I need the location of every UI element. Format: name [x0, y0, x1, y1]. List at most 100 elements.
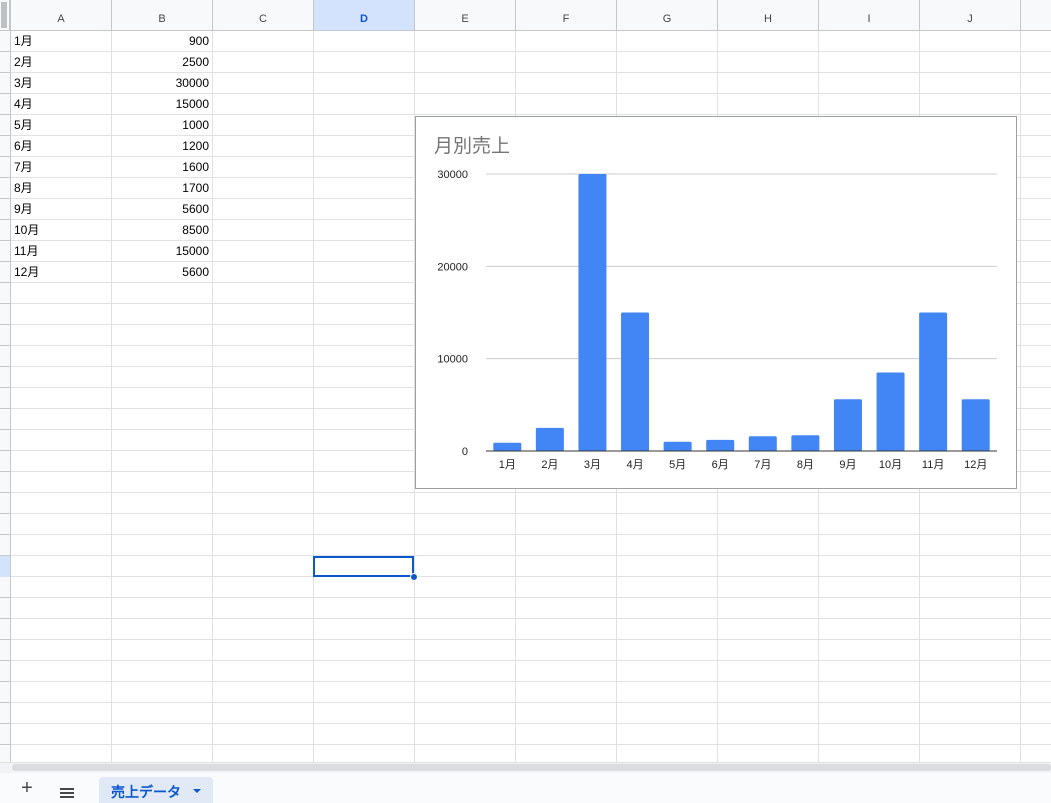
x-tick-label: 5月 [669, 459, 686, 471]
bar-11 [919, 312, 948, 451]
x-tick-label: 10月 [879, 459, 902, 471]
row-gridline [11, 534, 1051, 535]
row-header-tick [0, 282, 10, 283]
row-gridline [11, 639, 1051, 640]
cell-b12[interactable]: 5600 [112, 262, 209, 283]
row-header-tick [0, 618, 10, 619]
bar-12 [961, 399, 990, 451]
bar-2 [535, 427, 564, 451]
cell-b5[interactable]: 1000 [112, 115, 209, 136]
column-header-j[interactable]: J [920, 0, 1021, 31]
bar-1 [493, 442, 522, 451]
column-header-k[interactable] [1021, 0, 1051, 31]
row-header-tick [0, 198, 10, 199]
cell-b7[interactable]: 1600 [112, 157, 209, 178]
bar-3 [578, 174, 607, 451]
column-header-b[interactable]: B [112, 0, 213, 31]
selected-cell-d27[interactable] [313, 556, 414, 577]
select-all-corner[interactable] [0, 0, 10, 31]
row-header-selected[interactable] [0, 556, 10, 577]
cell-a6[interactable]: 6月 [14, 136, 33, 157]
column-header-g[interactable]: G [617, 0, 718, 31]
row-gridline [11, 492, 1051, 493]
row-gridline [11, 660, 1051, 661]
row-gridline [11, 681, 1051, 682]
row-header-tick [0, 324, 10, 325]
row-header-tick [0, 492, 10, 493]
cell-a8[interactable]: 8月 [14, 178, 33, 199]
cell-a10[interactable]: 10月 [14, 220, 39, 241]
tab-sales-data[interactable]: 売上データ [99, 777, 213, 803]
row-gridline [11, 576, 1051, 577]
row-gridline [11, 597, 1051, 598]
row-gridline [11, 744, 1051, 745]
row-header-tick [0, 702, 10, 703]
row-header-tick [0, 681, 10, 682]
row-header-tick [0, 639, 10, 640]
row-header-tick [0, 303, 10, 304]
row-header-tick [0, 261, 10, 262]
column-header-i[interactable]: I [819, 0, 920, 31]
column-headers: ABCDEFGHIJ [11, 0, 1051, 31]
column-header-h[interactable]: H [718, 0, 819, 31]
cell-b3[interactable]: 30000 [112, 73, 209, 94]
tab-label: 売上データ [111, 784, 181, 800]
cell-b11[interactable]: 15000 [112, 241, 209, 262]
row-header-tick [0, 177, 10, 178]
spreadsheet-grid[interactable]: ABCDEFGHIJ 1月 900 2月 2500 3月 30000 4月 15000 5月 10… [0, 0, 1051, 762]
cell-a7[interactable]: 7月 [14, 157, 33, 178]
caret-down-icon[interactable] [193, 789, 201, 793]
x-tick-label: 4月 [626, 459, 643, 471]
row-header-tick [0, 387, 10, 388]
cell-a2[interactable]: 2月 [14, 52, 33, 73]
cell-a5[interactable]: 5月 [14, 115, 33, 136]
row-gridline [11, 723, 1051, 724]
cell-b10[interactable]: 8500 [112, 220, 209, 241]
column-gridline [1020, 31, 1021, 762]
y-tick-label: 0 [462, 446, 468, 458]
fill-handle[interactable] [410, 573, 418, 581]
row-header-tick [0, 597, 10, 598]
cell-b2[interactable]: 2500 [112, 52, 209, 73]
column-header-a[interactable]: A [11, 0, 112, 31]
cell-b8[interactable]: 1700 [112, 178, 209, 199]
bar-8 [791, 435, 820, 451]
row-header-tick [0, 534, 10, 535]
row-header-tick [0, 744, 10, 745]
row-header-tick [0, 408, 10, 409]
horizontal-scrollbar-thumb[interactable] [12, 764, 1051, 771]
column-header-d[interactable]: D [314, 0, 415, 31]
row-gridline [11, 555, 1051, 556]
cell-b4[interactable]: 15000 [112, 94, 209, 115]
cell-a4[interactable]: 4月 [14, 94, 33, 115]
y-tick-label: 30000 [437, 169, 468, 181]
cell-a3[interactable]: 3月 [14, 73, 33, 94]
menu-icon[interactable] [60, 788, 74, 798]
monthly-sales-chart[interactable]: 月別売上 0 10000 20000 30000 1月 2月 3月 4月 5月 6月 7月 8月 9月 10… [415, 116, 1017, 489]
x-tick-label: 12月 [964, 459, 987, 471]
cell-b9[interactable]: 5600 [112, 199, 209, 220]
column-header-c[interactable]: C [213, 0, 314, 31]
column-header-f[interactable]: F [516, 0, 617, 31]
x-tick-label: 8月 [797, 459, 814, 471]
bar-6 [706, 439, 735, 451]
row-header-tick [0, 156, 10, 157]
row-gridline [11, 618, 1051, 619]
cell-a9[interactable]: 9月 [14, 199, 33, 220]
plus-icon[interactable]: + [13, 773, 41, 803]
row-header-tick [0, 345, 10, 346]
row-header-tick [0, 93, 10, 94]
cell-b6[interactable]: 1200 [112, 136, 209, 157]
column-header-e[interactable]: E [415, 0, 516, 31]
cell-b1[interactable]: 900 [112, 31, 209, 52]
row-header-tick [0, 513, 10, 514]
row-header-tick [0, 471, 10, 472]
row-header-tick [0, 219, 10, 220]
bar-9 [833, 399, 862, 451]
cell-a12[interactable]: 12月 [14, 262, 39, 283]
cell-a1[interactable]: 1月 [14, 31, 33, 52]
row-header-tick [0, 72, 10, 73]
row-gridline [11, 702, 1051, 703]
cell-a11[interactable]: 11月 [14, 241, 38, 262]
row-header-tick [0, 114, 10, 115]
